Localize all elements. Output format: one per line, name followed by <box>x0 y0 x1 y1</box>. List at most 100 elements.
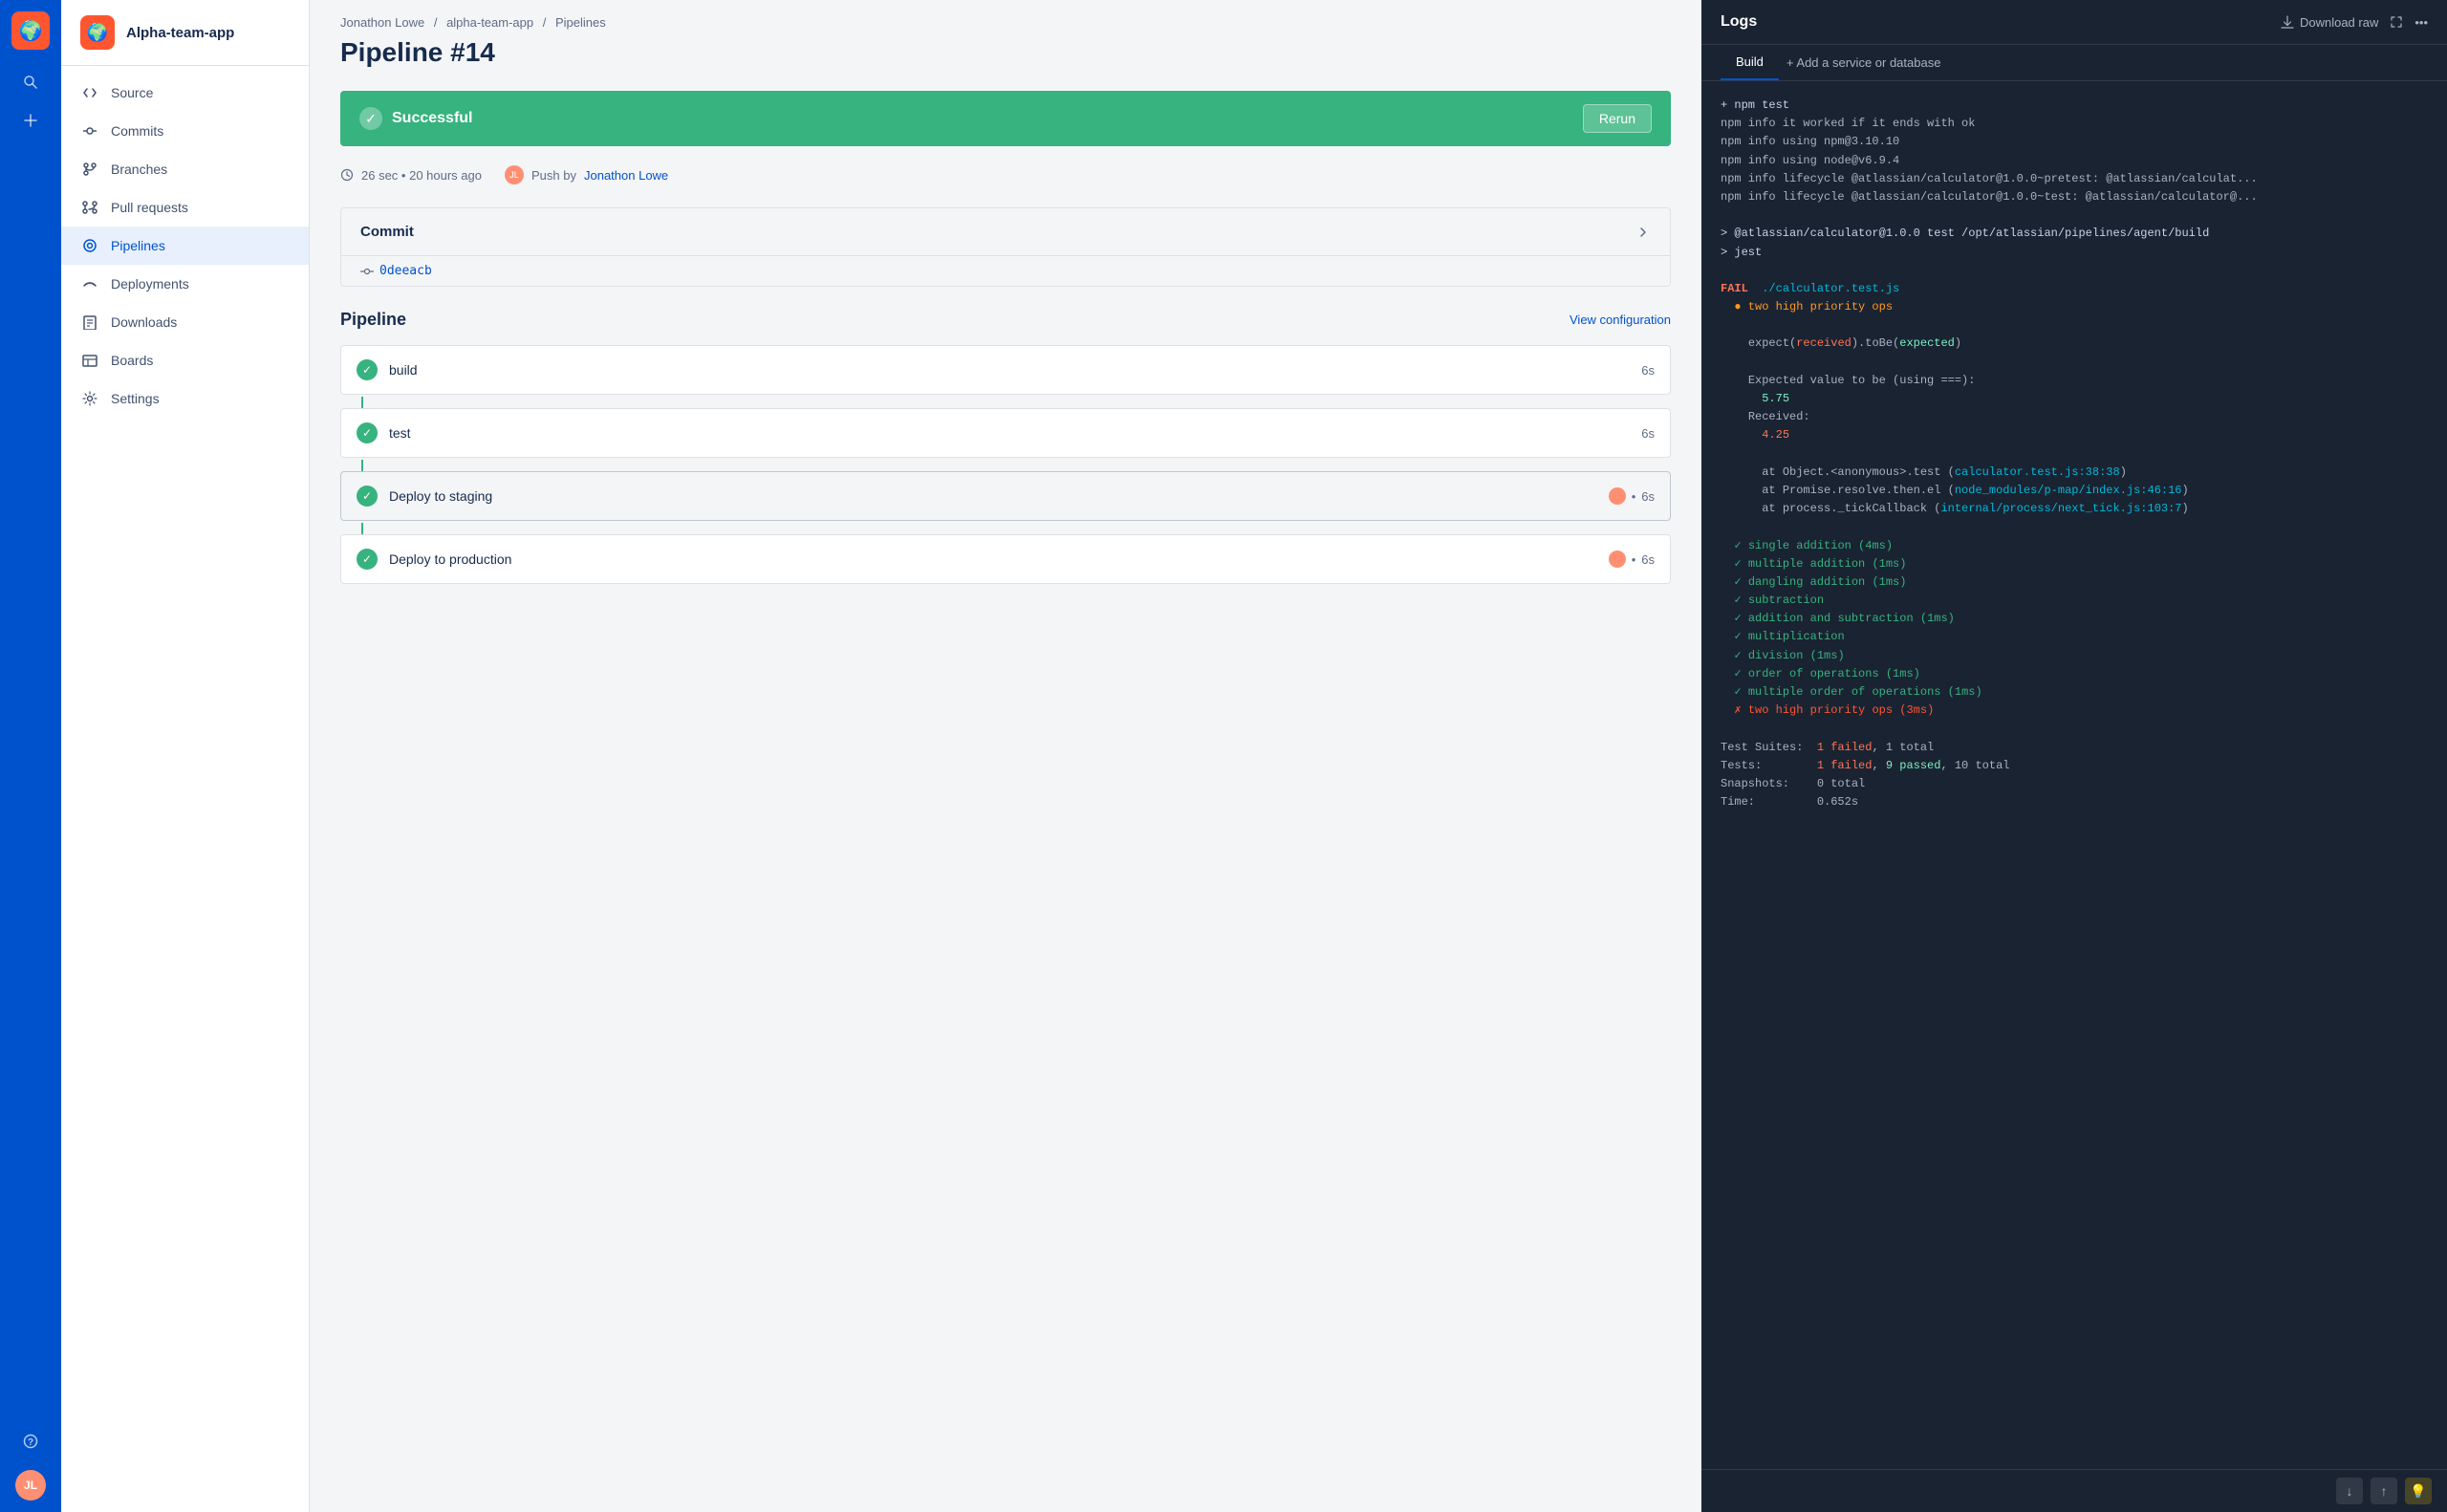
sidebar-item-label: Branches <box>111 162 167 177</box>
expand-icon <box>2390 15 2403 29</box>
step-avatar <box>1609 487 1626 505</box>
log-line: Snapshots: 0 total <box>1721 775 2428 793</box>
logs-body[interactable]: + npm test npm info it worked if it ends… <box>1701 81 2447 1469</box>
step-deploy-staging[interactable]: ✓ Deploy to staging • 6s <box>340 471 1671 521</box>
sidebar-item-deployments[interactable]: Deployments <box>61 265 309 303</box>
step-meta: • 6s <box>1609 487 1655 505</box>
log-line: Test Suites: 1 failed, 1 total <box>1721 739 2428 757</box>
add-icon[interactable] <box>13 103 48 138</box>
sidebar-item-settings[interactable]: Settings <box>61 379 309 418</box>
log-line <box>1721 316 2428 335</box>
expand-button[interactable] <box>2390 15 2403 29</box>
download-raw-button[interactable]: Download raw <box>2281 15 2378 30</box>
step-build[interactable]: ✓ build 6s <box>340 345 1671 395</box>
logs-tabs: Build + Add a service or database <box>1701 45 2447 81</box>
download-icon <box>2281 15 2294 29</box>
commit-hash-icon <box>360 265 374 278</box>
breadcrumb-user[interactable]: Jonathon Lowe <box>340 15 424 30</box>
step-time: 6s <box>1641 489 1655 504</box>
meta-row: 26 sec • 20 hours ago JL Push by Jonatho… <box>340 165 1671 184</box>
sidebar-item-source[interactable]: Source <box>61 74 309 112</box>
step-time: 6s <box>1641 426 1655 441</box>
sidebar-item-label: Deployments <box>111 276 189 292</box>
sidebar-item-boards[interactable]: Boards <box>61 341 309 379</box>
breadcrumb-section[interactable]: Pipelines <box>555 15 606 30</box>
log-line <box>1721 262 2428 280</box>
commit-hash-row: 0deeacb <box>341 255 1670 286</box>
page-header: Pipeline #14 <box>310 37 1701 91</box>
status-left: ✓ Successful <box>359 107 472 130</box>
log-line: ✓ dangling addition (1ms) <box>1721 573 2428 592</box>
sidebar-item-branches[interactable]: Branches <box>61 150 309 188</box>
highlight-button[interactable]: 💡 <box>2405 1478 2432 1504</box>
icon-bar: 🌍 ? JL <box>0 0 61 1512</box>
sidebar-item-pull-requests[interactable]: Pull requests <box>61 188 309 227</box>
sidebar-item-label: Pipelines <box>111 238 165 253</box>
main-content: Jonathon Lowe / alpha-team-app / Pipelin… <box>310 0 1701 1512</box>
rerun-button[interactable]: Rerun <box>1583 104 1652 133</box>
sidebar: 🌍 Alpha-team-app Source Commits Branches <box>61 0 310 1512</box>
sidebar-nav: Source Commits Branches Pull requests Pi… <box>61 66 309 425</box>
log-line <box>1721 354 2428 372</box>
sidebar-item-label: Source <box>111 85 153 100</box>
log-line: expect(received).toBe(expected) <box>1721 335 2428 353</box>
svg-text:?: ? <box>28 1437 33 1448</box>
commit-section: Commit 0deeacb <box>340 207 1671 287</box>
log-line: + npm test <box>1721 97 2428 115</box>
log-line: npm info lifecycle @atlassian/calculator… <box>1721 170 2428 188</box>
pipelines-icon <box>80 236 99 255</box>
log-line: Time: 0.652s <box>1721 793 2428 811</box>
step-test[interactable]: ✓ test 6s <box>340 408 1671 458</box>
logs-tab-build[interactable]: Build <box>1721 45 1779 80</box>
user-avatar[interactable]: JL <box>15 1470 46 1501</box>
logs-tab-add-service[interactable]: + Add a service or database <box>1787 46 1941 79</box>
log-line: ✓ division (1ms) <box>1721 647 2428 665</box>
sidebar-header: 🌍 Alpha-team-app <box>61 0 309 66</box>
step-avatar <box>1609 551 1626 568</box>
settings-icon <box>80 389 99 408</box>
pipeline-content: ✓ Successful Rerun 26 sec • 20 hours ago… <box>310 91 1701 1512</box>
scroll-down-button[interactable]: ↓ <box>2336 1478 2363 1504</box>
log-line: ✓ multiplication <box>1721 628 2428 646</box>
help-icon[interactable]: ? <box>13 1424 48 1458</box>
log-line: npm info it worked if it ends with ok <box>1721 115 2428 133</box>
step-time: 6s <box>1641 552 1655 567</box>
log-line: Expected value to be (using ===): <box>1721 372 2428 390</box>
log-line: npm info using node@v6.9.4 <box>1721 152 2428 170</box>
breadcrumb-repo[interactable]: alpha-team-app <box>446 15 533 30</box>
sidebar-app-icon: 🌍 <box>80 15 115 50</box>
step-name: test <box>389 425 1630 441</box>
more-options-button[interactable]: ••• <box>2415 15 2428 30</box>
step-success-icon: ✓ <box>357 359 378 380</box>
log-line: ✓ multiple order of operations (1ms) <box>1721 683 2428 702</box>
download-raw-label: Download raw <box>2300 15 2378 30</box>
commits-icon <box>80 121 99 140</box>
sidebar-item-pipelines[interactable]: Pipelines <box>61 227 309 265</box>
log-line: npm info using npm@3.10.10 <box>1721 133 2428 151</box>
step-name: Deploy to staging <box>389 488 1597 504</box>
log-line: ✗ two high priority ops (3ms) <box>1721 702 2428 720</box>
commit-hash-link[interactable]: 0deeacb <box>379 264 432 278</box>
app-icon[interactable]: 🌍 <box>11 11 50 50</box>
pipeline-steps: ✓ build 6s ✓ test 6s ✓ Deploy to staging <box>340 345 1671 586</box>
log-line: 5.75 <box>1721 390 2428 408</box>
more-dots: ••• <box>2415 15 2428 30</box>
app-emoji: 🌍 <box>19 19 43 43</box>
step-deploy-production[interactable]: ✓ Deploy to production • 6s <box>340 534 1671 584</box>
logs-title: Logs <box>1721 13 1757 31</box>
logs-panel: Logs Download raw ••• Build + Add a serv… <box>1701 0 2447 1512</box>
step-time: 6s <box>1641 363 1655 378</box>
scroll-up-button[interactable]: ↑ <box>2371 1478 2397 1504</box>
log-line: at Promise.resolve.then.el (node_modules… <box>1721 482 2428 500</box>
push-label: Push by <box>531 168 576 183</box>
step-connector <box>361 460 363 471</box>
sidebar-item-downloads[interactable]: Downloads <box>61 303 309 341</box>
pusher-link[interactable]: Jonathon Lowe <box>584 168 668 183</box>
view-config-link[interactable]: View configuration <box>1570 313 1671 327</box>
log-line: npm info lifecycle @atlassian/calculator… <box>1721 188 2428 206</box>
search-icon[interactable] <box>13 65 48 99</box>
log-line: 4.25 <box>1721 426 2428 444</box>
sidebar-item-commits[interactable]: Commits <box>61 112 309 150</box>
page-title: Pipeline #14 <box>340 37 1671 68</box>
log-line <box>1721 518 2428 536</box>
